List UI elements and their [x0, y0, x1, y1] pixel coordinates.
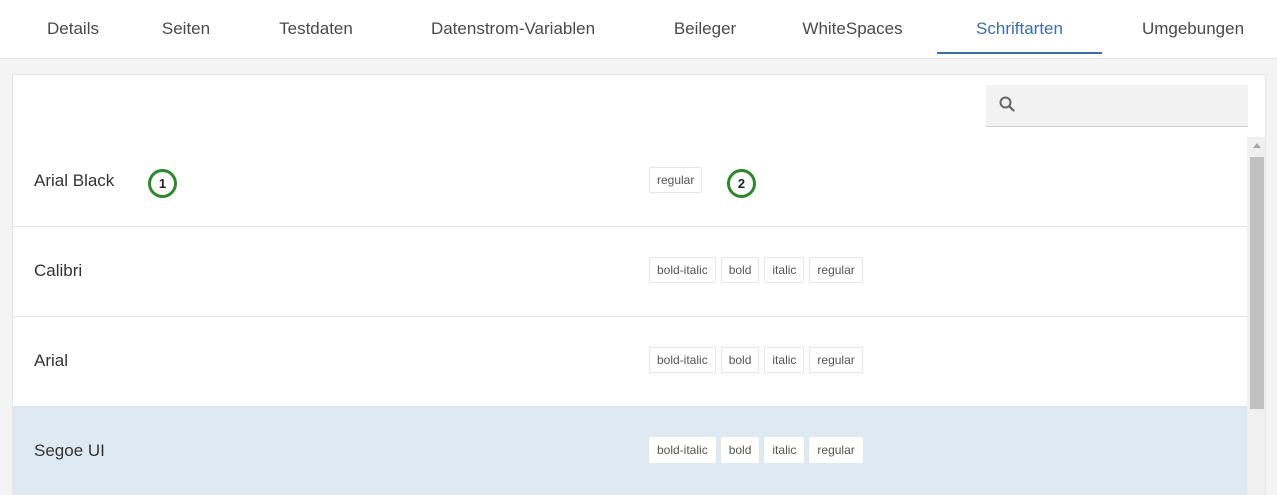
font-variants: regular: [649, 167, 703, 193]
variant-chip: regular: [809, 347, 863, 373]
variant-chip: bold: [720, 257, 760, 283]
variant-chip: italic: [764, 437, 805, 463]
search-icon: [999, 96, 1015, 112]
variant-chip: regular: [809, 257, 863, 283]
tab-testdaten[interactable]: Testdaten: [256, 0, 376, 58]
variant-chip: regular: [649, 167, 703, 193]
font-variants: bold-italic bold italic regular: [649, 437, 863, 463]
variant-chip: bold-italic: [649, 437, 716, 463]
font-name: Segoe UI: [34, 441, 105, 460]
variant-chip: italic: [764, 257, 805, 283]
tab-beileger[interactable]: Beileger: [650, 0, 760, 58]
font-row-segoe-ui[interactable]: Segoe UI bold-italic bold italic regular: [13, 407, 1247, 495]
search-input[interactable]: [1026, 91, 1240, 121]
scroll-up-arrow-icon[interactable]: [1253, 143, 1261, 148]
variant-chip: bold-italic: [649, 347, 716, 373]
tab-whitespaces[interactable]: WhiteSpaces: [780, 0, 925, 58]
variant-chip: bold-italic: [649, 257, 716, 283]
tab-details[interactable]: Details: [30, 0, 116, 58]
fonts-panel: Arial Black 1 regular 2 Calibri bold-ita…: [12, 74, 1266, 495]
scroll-thumb[interactable]: [1250, 157, 1264, 409]
search-box[interactable]: [986, 85, 1248, 127]
annotation-marker-2: 2: [727, 169, 756, 198]
font-name: Arial: [34, 351, 69, 370]
tab-umgebungen[interactable]: Umgebungen: [1118, 0, 1268, 58]
font-name: Calibri: [34, 261, 83, 280]
font-variants: bold-italic bold italic regular: [649, 347, 863, 373]
variant-chip: bold: [720, 437, 760, 463]
tab-schriftarten[interactable]: Schriftarten: [937, 0, 1102, 58]
tab-seiten[interactable]: Seiten: [143, 0, 229, 58]
font-name: Arial Black: [34, 171, 115, 190]
font-list: Arial Black 1 regular 2 Calibri bold-ita…: [13, 137, 1247, 495]
variant-chip: italic: [764, 347, 805, 373]
list-scrollbar[interactable]: [1247, 137, 1265, 495]
annotation-marker-1: 1: [148, 169, 177, 198]
font-row-arial-black[interactable]: Arial Black 1 regular 2: [13, 137, 1247, 227]
tab-bar: Details Seiten Testdaten Datenstrom-Vari…: [0, 0, 1277, 59]
panel-toolbar: [13, 75, 1265, 138]
tab-datenstrom-variablen[interactable]: Datenstrom-Variablen: [398, 0, 628, 58]
font-row-arial[interactable]: Arial bold-italic bold italic regular: [13, 317, 1247, 407]
variant-chip: regular: [809, 437, 863, 463]
variant-chip: bold: [720, 347, 760, 373]
font-row-calibri[interactable]: Calibri bold-italic bold italic regular: [13, 227, 1247, 317]
font-variants: bold-italic bold italic regular: [649, 257, 863, 283]
